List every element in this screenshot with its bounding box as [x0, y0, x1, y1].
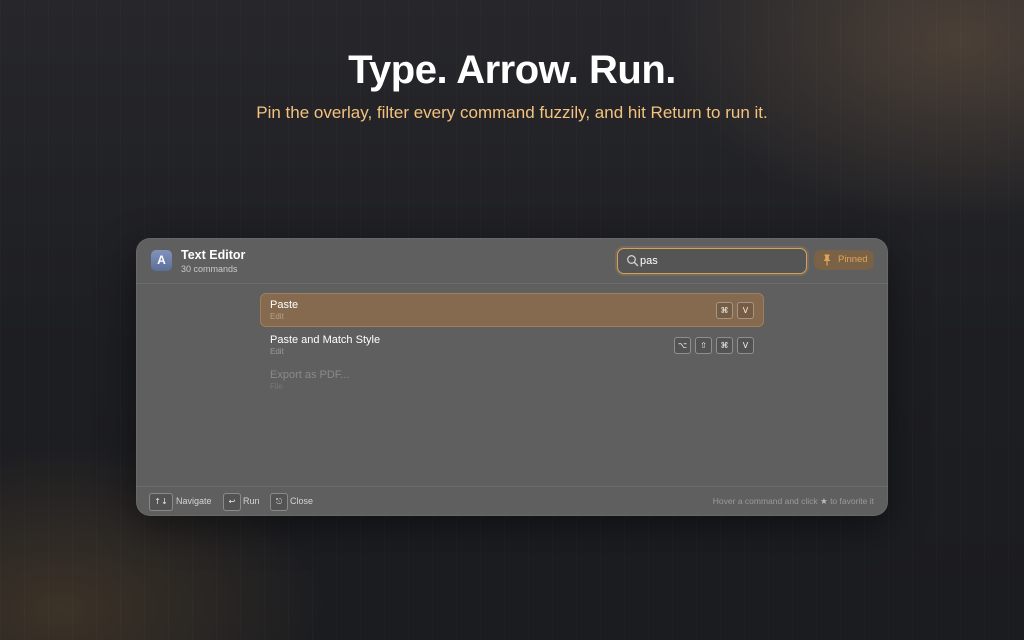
key-command: ⌘ [716, 302, 733, 319]
command-title: Export as PDF... [270, 369, 350, 381]
headline: Type. Arrow. Run. [348, 48, 676, 92]
search-icon [627, 255, 639, 267]
return-key: ↩ [223, 493, 241, 511]
key-command: ⌘ [716, 337, 733, 354]
command-category: Edit [270, 347, 284, 356]
command-item-paste[interactable]: Paste Edit ⌘ V [260, 293, 764, 327]
close-label: Close [290, 496, 314, 506]
favorite-hint-text: Hover a command and click [712, 496, 818, 506]
key-v: V [737, 337, 754, 354]
palette-header: A Text Editor 30 commands Pinned [136, 238, 888, 284]
command-item-export-pdf[interactable]: Export as PDF... File [260, 363, 764, 397]
favorite-hint-text-end: to favorite it [830, 496, 874, 506]
shortcut-keys: ⌥ ⇧ ⌘ V [670, 337, 754, 354]
pinned-label: Pinned [838, 254, 868, 265]
star-icon: ★ [820, 497, 828, 507]
command-count: 30 commands [181, 264, 238, 274]
key-shift: ⇧ [695, 337, 712, 354]
key-option: ⌥ [674, 337, 691, 354]
search-input[interactable] [640, 253, 798, 269]
favorite-hint: Hover a command and click ★ to favorite … [713, 496, 874, 507]
subline: Pin the overlay, filter every command fu… [256, 103, 768, 122]
command-title: Paste [270, 299, 299, 311]
palette-footer: ↑↓ Navigate ↩ Run ⎋ Close Hover a comman… [136, 486, 888, 516]
pinned-button[interactable]: Pinned [814, 250, 874, 270]
command-category: Edit [270, 312, 284, 321]
navigate-keys: ↑↓ [149, 493, 173, 511]
navigate-label: Navigate [176, 496, 212, 506]
command-palette: A Text Editor 30 commands Pinned Paste E… [136, 238, 888, 516]
command-category: File [270, 382, 283, 391]
run-label: Run [243, 496, 260, 506]
command-item-paste-and-match-style[interactable]: Paste and Match Style Edit ⌥ ⇧ ⌘ V [260, 328, 764, 362]
app-title: Text Editor [181, 248, 246, 262]
search-box[interactable] [617, 248, 807, 274]
key-v: V [737, 302, 754, 319]
escape-key: ⎋ [270, 493, 288, 511]
command-title: Paste and Match Style [270, 334, 381, 346]
shortcut-keys: ⌘ V [712, 302, 754, 319]
app-icon: A [151, 250, 172, 271]
pin-icon [823, 254, 831, 266]
